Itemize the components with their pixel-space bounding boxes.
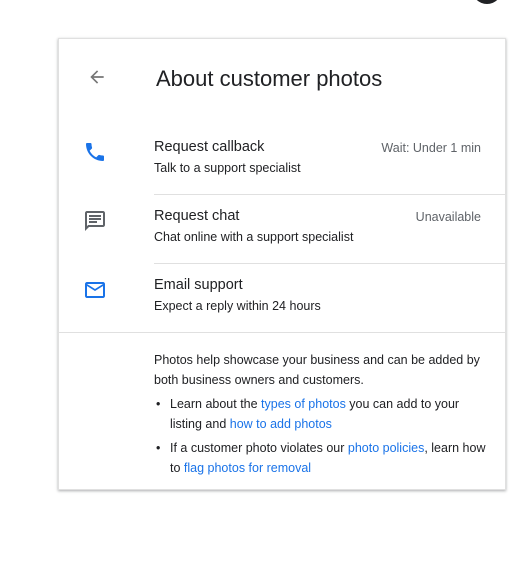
list-item: • Learn about the types of photos you can… xyxy=(154,394,494,434)
types-of-photos-link[interactable]: types of photos xyxy=(261,397,346,411)
option-request-callback[interactable]: Request callback Talk to a support speci… xyxy=(59,126,505,195)
arrow-back-icon xyxy=(87,67,107,92)
phone-icon xyxy=(83,140,107,164)
list-item: • If a customer photo violates our photo … xyxy=(154,438,494,478)
option-subtitle: Talk to a support specialist xyxy=(154,161,301,175)
option-email-support[interactable]: Email support Expect a reply within 24 h… xyxy=(59,264,505,333)
bullet-text: If a customer photo violates our xyxy=(170,441,348,455)
section-divider xyxy=(59,332,505,333)
info-list: • Learn about the types of photos you can… xyxy=(154,394,494,478)
option-title: Email support xyxy=(154,277,243,293)
back-button[interactable] xyxy=(83,65,111,93)
bullet: • xyxy=(156,441,161,455)
info-section: Photos help showcase your business and c… xyxy=(154,350,494,478)
option-title: Request chat xyxy=(154,208,240,224)
bullet-text: Learn about the xyxy=(170,397,262,411)
availability-status: Unavailable xyxy=(415,210,481,224)
page-title: About customer photos xyxy=(156,66,383,91)
how-to-add-photos-link[interactable]: how to add photos xyxy=(230,417,332,431)
option-subtitle: Chat online with a support specialist xyxy=(154,230,354,244)
wait-time-status: Wait: Under 1 min xyxy=(381,141,481,155)
option-subtitle: Expect a reply within 24 hours xyxy=(154,299,321,313)
support-card: About customer photos Request callback T… xyxy=(58,38,506,490)
option-title: Request callback xyxy=(154,139,265,155)
chat-icon xyxy=(83,209,107,233)
card-header: About customer photos xyxy=(59,39,505,123)
flag-photos-link[interactable]: flag photos for removal xyxy=(184,461,311,475)
email-icon xyxy=(83,278,107,302)
info-intro: Photos help showcase your business and c… xyxy=(154,353,480,387)
option-request-chat: Request chat Chat online with a support … xyxy=(59,195,505,264)
avatar[interactable] xyxy=(472,0,502,4)
photo-policies-link[interactable]: photo policies xyxy=(348,441,424,455)
bullet: • xyxy=(156,397,161,411)
